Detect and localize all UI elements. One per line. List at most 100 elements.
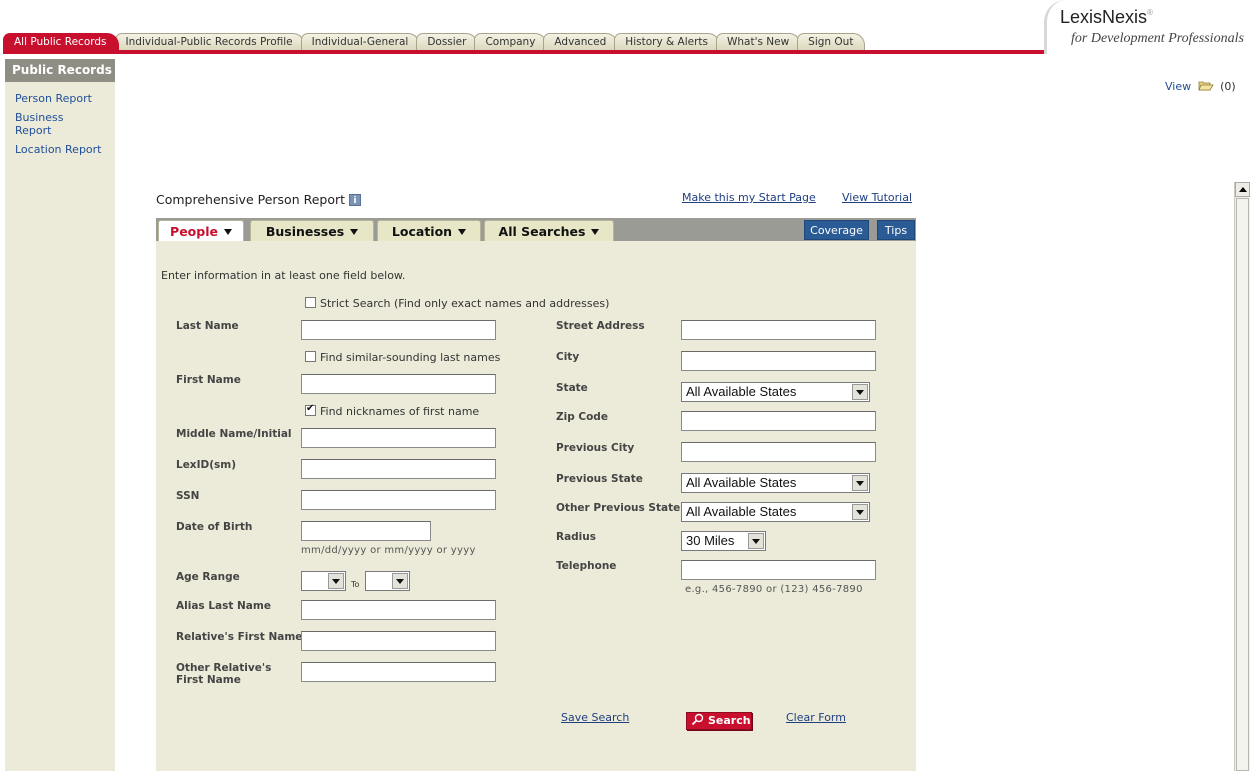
- previous-state-label: Previous State: [556, 473, 643, 485]
- city-label: City: [556, 351, 580, 363]
- first-name-input[interactable]: [301, 374, 496, 394]
- tab-businesses-label: Businesses: [265, 224, 345, 239]
- sidebar: Public Records Person Report Business Re…: [5, 59, 115, 771]
- scroll-up-arrow-icon[interactable]: [1235, 182, 1250, 197]
- search-button[interactable]: Search: [686, 712, 752, 730]
- lexisnexis-logo: LexisNexis® for Development Professional…: [1044, 0, 1260, 54]
- tab-location[interactable]: Location: [377, 220, 481, 241]
- tab-individual-public-records-profile[interactable]: Individual-Public Records Profile: [114, 33, 305, 50]
- page-title-text: Comprehensive Person Report: [156, 192, 346, 207]
- save-search-link[interactable]: Save Search: [561, 711, 629, 724]
- scroll-thumb[interactable]: [1236, 198, 1249, 771]
- similar-sounding-option[interactable]: Find similar-sounding last names: [305, 351, 500, 364]
- ssn-input[interactable]: [301, 490, 496, 510]
- dob-input[interactable]: [301, 521, 431, 541]
- state-select[interactable]: All Available States: [681, 382, 870, 402]
- tab-all-searches[interactable]: All Searches: [484, 220, 614, 241]
- tab-people[interactable]: People: [158, 220, 244, 243]
- folder-icon: [1198, 80, 1214, 91]
- city-input[interactable]: [681, 351, 876, 371]
- telephone-label: Telephone: [556, 560, 617, 572]
- state-value: All Available States: [686, 384, 797, 399]
- lexid-label: LexID(sm): [176, 459, 236, 471]
- tab-all-public-records[interactable]: All Public Records: [3, 33, 119, 50]
- tab-whats-new[interactable]: What's New: [715, 33, 802, 50]
- clear-form-link[interactable]: Clear Form: [786, 711, 846, 724]
- strict-search-label: Strict Search (Find only exact names and…: [320, 297, 610, 310]
- dropdown-arrow-icon: [223, 229, 232, 235]
- tab-advanced[interactable]: Advanced: [543, 33, 619, 50]
- other-previous-state-value: All Available States: [686, 504, 797, 519]
- previous-city-input[interactable]: [681, 442, 876, 462]
- other-relatives-first-name-label: Other Relative's First Name: [176, 662, 272, 686]
- tab-company[interactable]: Company: [474, 33, 548, 50]
- alias-last-name-input[interactable]: [301, 600, 496, 620]
- search-button-label: Search: [708, 714, 751, 727]
- vertical-scrollbar[interactable]: [1234, 182, 1250, 771]
- view-tutorial-link[interactable]: View Tutorial: [842, 191, 912, 204]
- middle-name-input[interactable]: [301, 428, 496, 448]
- age-to-select[interactable]: [365, 571, 410, 591]
- sidebar-link-person-report[interactable]: Person Report: [15, 92, 115, 105]
- chevron-down-icon: [748, 533, 764, 549]
- info-icon[interactable]: i: [349, 194, 362, 206]
- tab-history-alerts[interactable]: History & Alerts: [614, 33, 720, 50]
- logo-tagline: for Development Professionals: [1071, 31, 1244, 46]
- top-nav-rule: [3, 50, 1045, 54]
- tab-individual-general[interactable]: Individual-General: [300, 33, 421, 50]
- sidebar-links: Person Report Business Report Location R…: [5, 82, 115, 156]
- sidebar-link-location-report[interactable]: Location Report: [15, 143, 115, 156]
- other-relatives-first-name-input[interactable]: [301, 662, 496, 682]
- age-range-label: Age Range: [176, 571, 240, 583]
- middle-name-label: Middle Name/Initial: [176, 428, 292, 440]
- dropdown-arrow-icon: [591, 229, 600, 235]
- chevron-down-icon: [852, 504, 868, 520]
- tab-businesses[interactable]: Businesses: [250, 220, 374, 241]
- radius-select[interactable]: 30 Miles: [681, 531, 766, 551]
- state-label: State: [556, 382, 588, 394]
- make-start-page-link[interactable]: Make this my Start Page: [682, 191, 816, 204]
- strict-search-option[interactable]: Strict Search (Find only exact names and…: [305, 297, 609, 310]
- dob-label: Date of Birth: [176, 521, 253, 533]
- zip-code-input[interactable]: [681, 411, 876, 431]
- alias-last-name-label: Alias Last Name: [176, 600, 271, 612]
- chevron-down-icon: [328, 573, 344, 589]
- street-address-input[interactable]: [681, 320, 876, 340]
- previous-state-select[interactable]: All Available States: [681, 473, 870, 493]
- nicknames-checkbox[interactable]: [305, 403, 316, 416]
- last-name-input[interactable]: [301, 320, 496, 340]
- age-from-select[interactable]: [301, 571, 346, 591]
- lexid-input[interactable]: [301, 459, 496, 479]
- age-to-label: To: [351, 580, 360, 589]
- search-type-tab-bar: People Businesses Location All Searches …: [156, 218, 916, 243]
- tab-dossier[interactable]: Dossier: [416, 33, 479, 50]
- nicknames-option[interactable]: Find nicknames of first name: [305, 403, 479, 418]
- view-label: View: [1165, 80, 1192, 93]
- radius-label: Radius: [556, 531, 597, 543]
- telephone-input[interactable]: [681, 560, 876, 580]
- other-previous-state-label: Other Previous State: [556, 502, 681, 514]
- form-instructions: Enter information in at least one field …: [161, 269, 406, 282]
- previous-city-label: Previous City: [556, 442, 635, 454]
- tips-button[interactable]: Tips: [877, 220, 915, 240]
- ssn-label: SSN: [176, 490, 200, 502]
- logo-wordmark: LexisNexis®: [1060, 7, 1153, 27]
- sidebar-link-business-report[interactable]: Business Report: [15, 111, 77, 137]
- tab-all-searches-label: All Searches: [498, 224, 586, 239]
- tab-sign-out[interactable]: Sign Out: [797, 33, 866, 50]
- view-folder-link[interactable]: View (0): [1165, 80, 1236, 93]
- tab-people-label: People: [170, 224, 218, 239]
- similar-sounding-checkbox[interactable]: [305, 351, 316, 362]
- search-icon: [691, 713, 705, 726]
- top-nav-tabs: All Public Records Individual-Public Rec…: [3, 33, 866, 50]
- strict-search-checkbox[interactable]: [305, 297, 316, 308]
- dropdown-arrow-icon: [458, 229, 467, 235]
- relatives-first-name-input[interactable]: [301, 631, 496, 651]
- chevron-down-icon: [852, 475, 868, 491]
- dropdown-arrow-icon: [350, 229, 359, 235]
- telephone-hint: e.g., 456-7890 or (123) 456-7890: [685, 584, 863, 595]
- dob-hint: mm/dd/yyyy or mm/yyyy or yyyy: [301, 545, 476, 556]
- other-previous-state-select[interactable]: All Available States: [681, 502, 870, 522]
- coverage-button[interactable]: Coverage: [804, 220, 869, 240]
- page-title: Comprehensive Person Report i: [156, 192, 362, 207]
